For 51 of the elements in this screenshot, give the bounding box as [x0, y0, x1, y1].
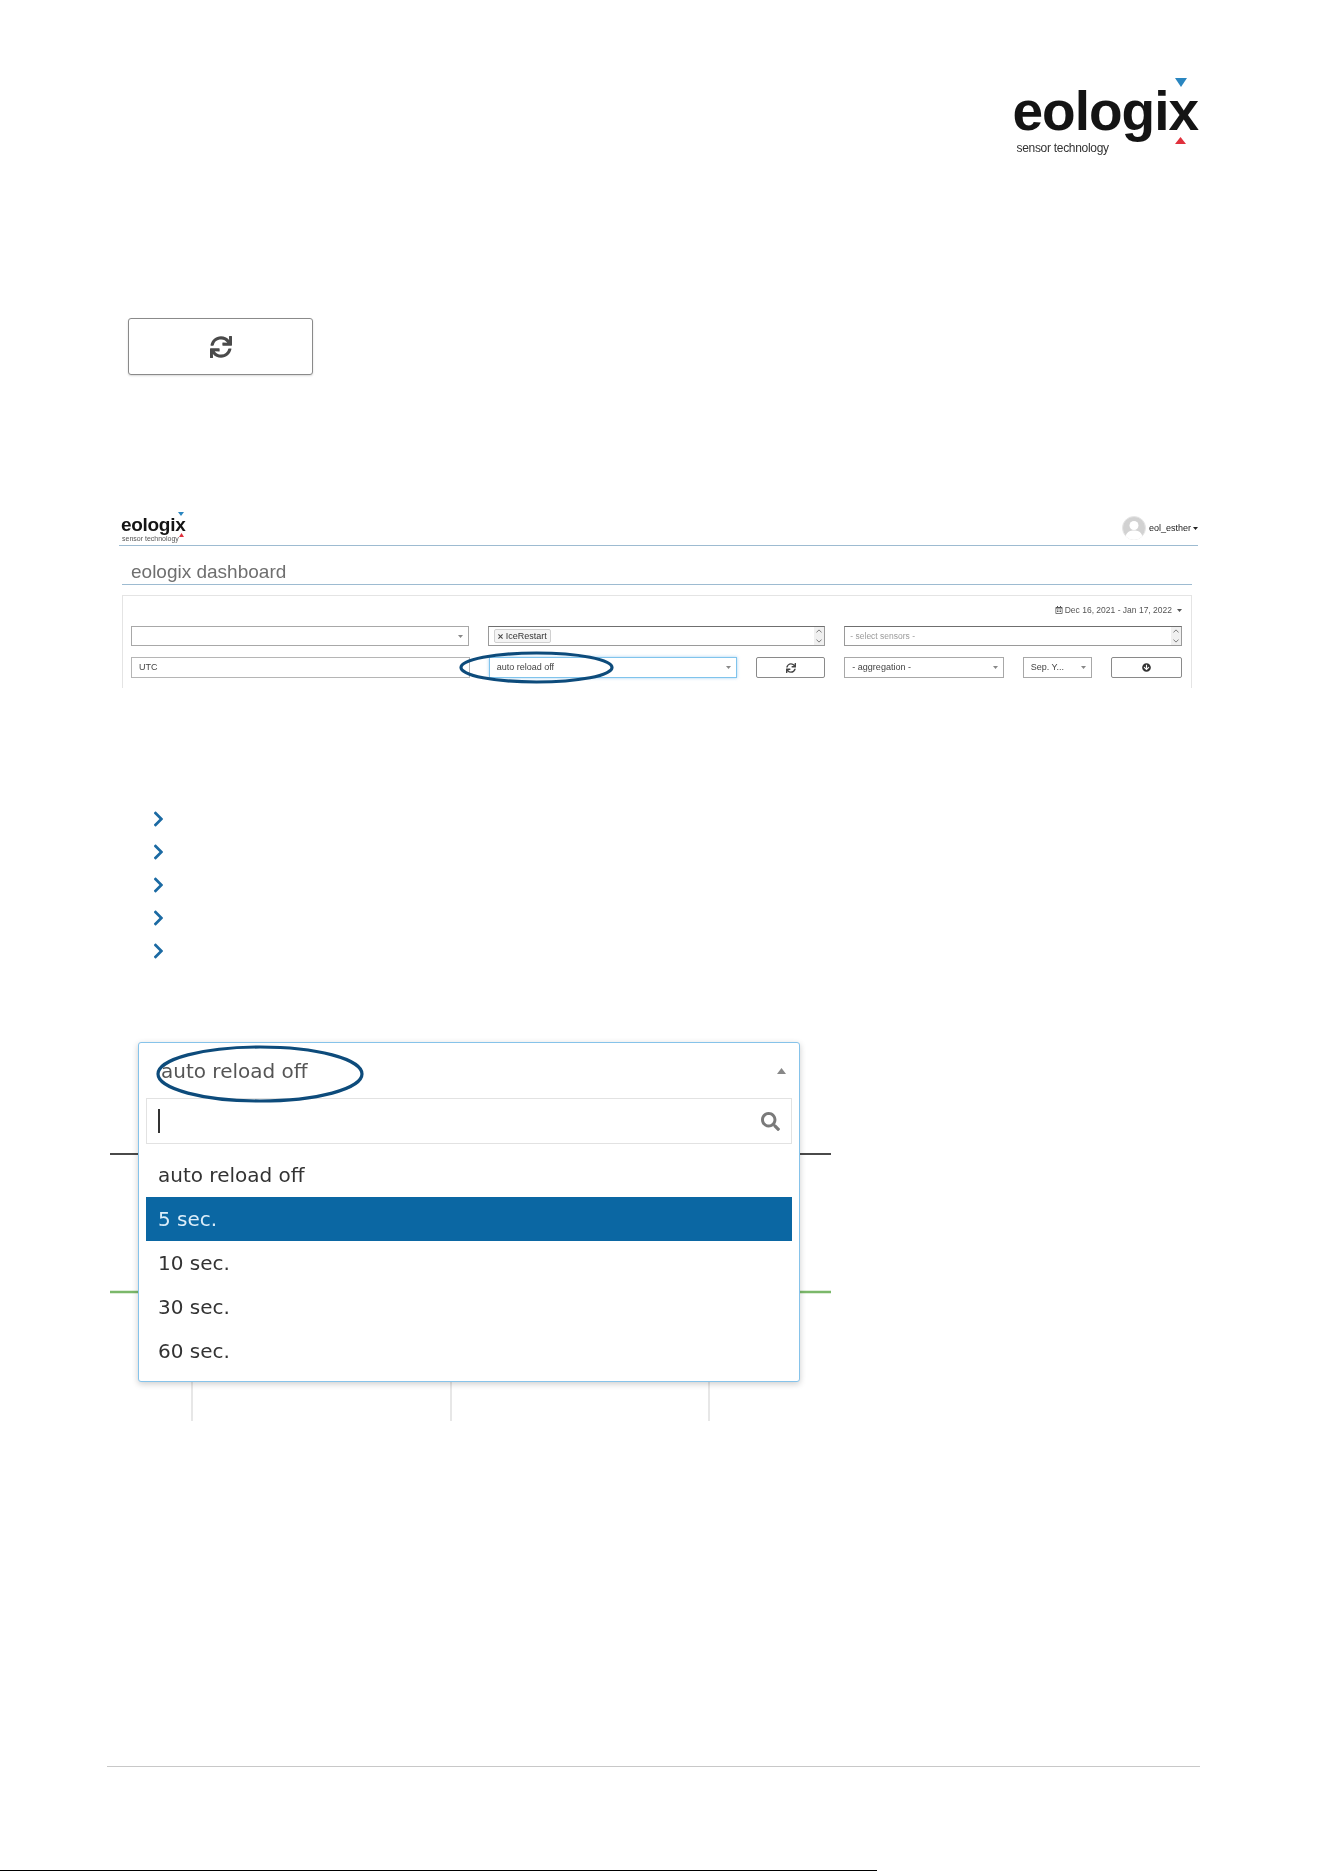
chevron-up-icon: [1173, 629, 1179, 633]
calendar-icon: [1054, 606, 1063, 614]
up-triangle-icon: [179, 533, 185, 537]
select-field[interactable]: auto reload off: [488, 657, 738, 678]
tag-label: IceRestart: [505, 631, 547, 641]
logo-tagline: sensor technology: [1016, 142, 1109, 154]
caret-down-icon: [726, 666, 732, 669]
user-menu-button[interactable]: eol_esther: [1148, 523, 1198, 533]
refresh-button[interactable]: [128, 318, 313, 375]
chevron-icon: [153, 876, 164, 894]
select-field[interactable]: [131, 626, 469, 646]
select-field[interactable]: Sep. Y...: [1022, 657, 1092, 678]
download-button[interactable]: [1110, 657, 1182, 678]
refresh-icon: [785, 662, 796, 673]
avatar-icon[interactable]: [1121, 516, 1146, 540]
dropdown-option[interactable]: 5 sec.: [146, 1197, 792, 1241]
scrollbar[interactable]: [814, 627, 825, 645]
date-range-button[interactable]: Dec 16, 2021 - Jan 17, 2022: [1054, 605, 1182, 615]
refresh-icon: [209, 335, 232, 358]
text-field[interactable]: UTC: [131, 657, 470, 678]
caret-down-icon: [457, 634, 463, 638]
scrollbar[interactable]: [1171, 627, 1181, 645]
select-field[interactable]: auto reload off: [139, 1043, 799, 1098]
select-field[interactable]: - aggregation -: [844, 657, 1004, 678]
refresh-button[interactable]: [756, 657, 826, 678]
chevron-down-icon: [816, 639, 823, 643]
tag-field[interactable]: IceRestart: [487, 626, 826, 646]
chevron-icon: [153, 942, 164, 960]
chevron-up-icon: [816, 629, 823, 633]
dropdown-option[interactable]: auto reload off: [146, 1153, 792, 1197]
chevron-icon: [153, 909, 164, 927]
caret-up-icon: [777, 1067, 786, 1074]
text-cursor-icon: [158, 1109, 160, 1133]
up-triangle-icon: [1175, 137, 1186, 144]
search-field[interactable]: [146, 1098, 792, 1144]
close-icon[interactable]: [497, 633, 503, 639]
dropdown-option[interactable]: 30 sec.: [146, 1285, 792, 1329]
download-icon: [1141, 663, 1151, 672]
dropdown-option[interactable]: 60 sec.: [146, 1329, 792, 1373]
caret-down-icon: [1193, 526, 1198, 530]
chevron-down-icon: [1173, 639, 1179, 643]
caret-down-icon: [992, 666, 998, 669]
down-triangle-icon: [1175, 78, 1187, 87]
caret-down-icon: [1080, 666, 1086, 669]
dropdown-option[interactable]: 10 sec.: [146, 1241, 792, 1285]
down-triangle-icon: [178, 512, 185, 516]
chevron-icon: [153, 810, 164, 828]
search-icon: [761, 1111, 780, 1131]
chevron-icon: [153, 843, 164, 861]
caret-down-icon: [1177, 608, 1182, 612]
page-title: eologix dashboard: [131, 562, 288, 581]
